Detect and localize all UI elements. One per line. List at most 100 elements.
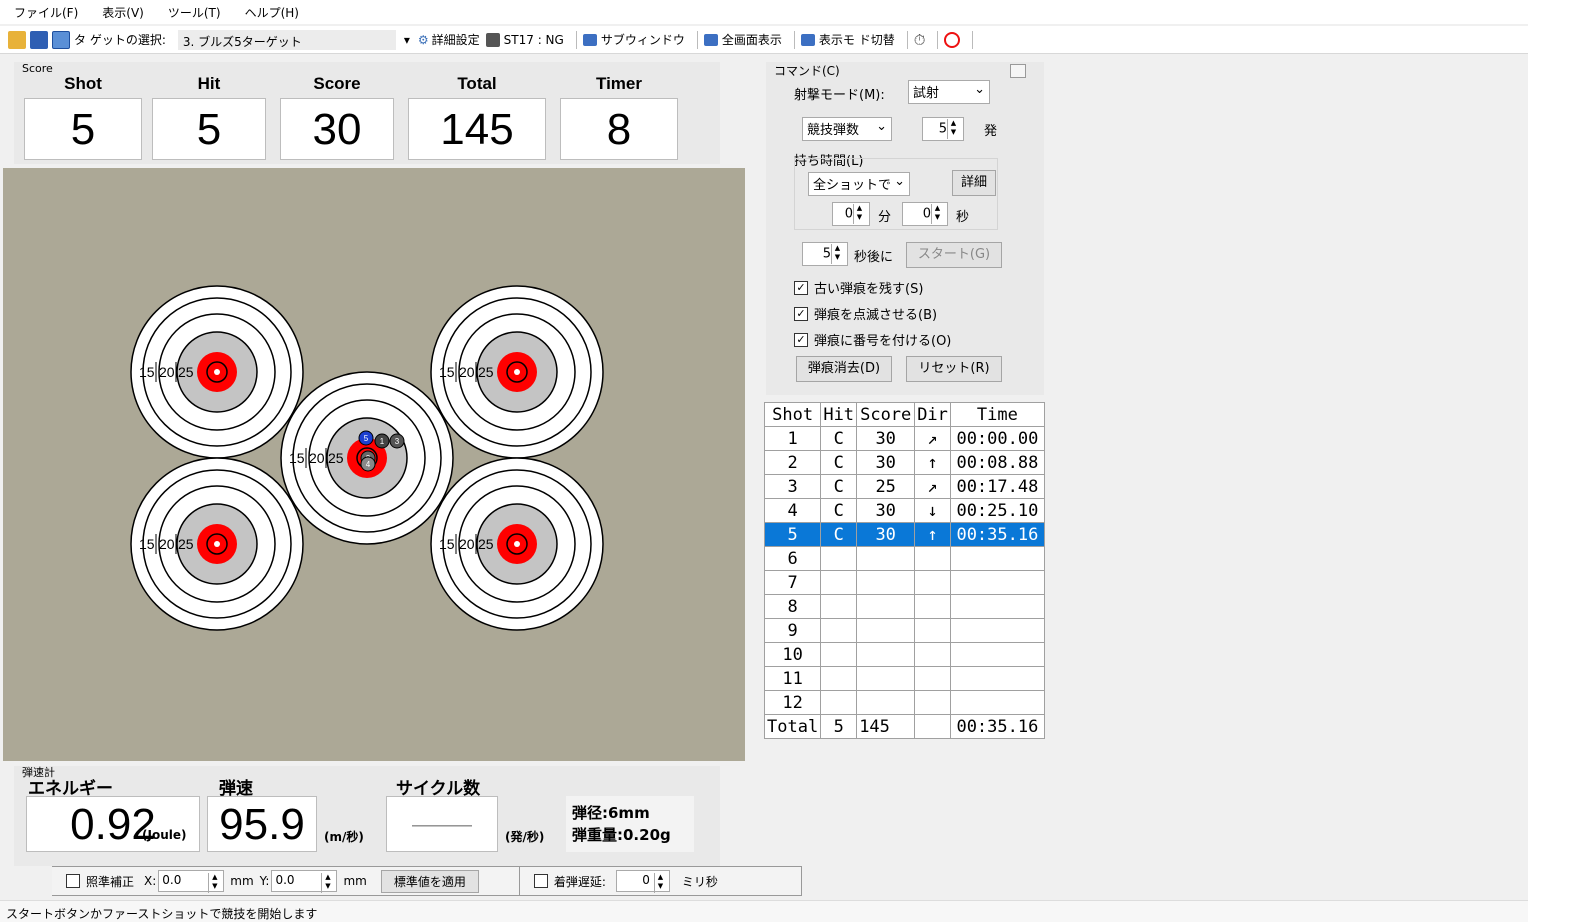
x-spinner-icon[interactable]: ▲ ▼ bbox=[208, 873, 220, 893]
start-delay-spinner-icon[interactable]: ▲ ▼ bbox=[831, 244, 843, 264]
count-spinner-icon[interactable]: ▲ ▼ bbox=[947, 119, 959, 139]
table-row[interactable]: 8 bbox=[763, 594, 1045, 619]
start-button[interactable]: スタート(G) bbox=[906, 242, 1002, 268]
time-detail-button[interactable]: 詳細 bbox=[952, 170, 996, 196]
command-group-label: コマンド(C) bbox=[774, 64, 840, 78]
hit-label: Hit bbox=[197, 74, 221, 93]
aim-correction-bar: 照準補正 X: 0.0 ▲ ▼ mm Y: 0.0 ▲ ▼ mm 標準値を適用 着弾遅延… bbox=[52, 866, 802, 896]
energy-unit: (Joule) bbox=[142, 828, 187, 842]
row-shot: 5 bbox=[763, 522, 822, 547]
blink-marks-option[interactable]: ✓ 弾痕を点滅させる(B) bbox=[794, 304, 937, 323]
table-row[interactable]: 12 bbox=[763, 690, 1045, 715]
targets-svg[interactable]: 15202515202515202515202515202551324 bbox=[3, 168, 745, 761]
minutes-unit: 分 bbox=[878, 210, 892, 225]
print-icon[interactable] bbox=[52, 30, 70, 49]
seconds-value: 0 bbox=[922, 206, 931, 222]
keep-marks-option[interactable]: ✓ 古い弾痕を残す(S) bbox=[794, 278, 923, 297]
row-hit bbox=[820, 570, 858, 595]
checkbox-checked-icon[interactable]: ✓ bbox=[794, 306, 808, 321]
ring-label: 15 bbox=[139, 364, 155, 380]
checkbox-checked-icon[interactable]: ✓ bbox=[794, 332, 808, 347]
open-folder-icon[interactable] bbox=[8, 30, 26, 49]
collapse-toggle[interactable] bbox=[1010, 64, 1026, 78]
fullscreen-icon bbox=[703, 33, 718, 46]
x-input[interactable]: 0.0 ▲ ▼ bbox=[158, 870, 225, 893]
table-row[interactable]: 9 bbox=[763, 618, 1045, 643]
ring-label: 15 bbox=[439, 364, 455, 380]
y-spinner-icon[interactable]: ▲ ▼ bbox=[321, 873, 333, 893]
detail-settings-button[interactable]: ⚙ 詳細設定 bbox=[418, 31, 480, 48]
row-time bbox=[949, 546, 1045, 571]
aim-correction-checkbox[interactable] bbox=[66, 874, 80, 888]
keep-marks-label: 古い弾痕を残す(S) bbox=[814, 282, 924, 297]
row-score bbox=[856, 546, 916, 571]
row-score bbox=[856, 642, 916, 667]
table-row[interactable]: 5 C 30 ↑ 00:35.16 bbox=[763, 522, 1045, 547]
table-row[interactable]: 1 C 30 ↗ 00:00.00 bbox=[763, 426, 1045, 451]
menu-file[interactable]: ファイル(F) bbox=[14, 4, 78, 21]
impact-delay-unit: ミリ秒 bbox=[681, 874, 718, 889]
menu-view[interactable]: 表示(V) bbox=[102, 4, 144, 21]
table-row[interactable]: 10 bbox=[763, 642, 1045, 667]
target-select-label: タ ゲットの選択: bbox=[74, 33, 166, 47]
row-dir bbox=[914, 594, 951, 619]
start-delay-input[interactable]: 5 ▲ ▼ bbox=[802, 242, 848, 266]
target-select[interactable]: 3. ブルズ5ターゲット bbox=[177, 29, 396, 50]
total-value: 145 bbox=[408, 98, 546, 160]
time-mode-select[interactable]: 全ショットで ⌄ bbox=[808, 172, 910, 196]
menu-help[interactable]: ヘルプ(H) bbox=[245, 4, 299, 21]
dropdown-arrow-icon[interactable]: ▾ bbox=[404, 33, 410, 47]
row-score: 30 bbox=[856, 522, 916, 547]
row-dir: ↑ bbox=[914, 522, 951, 547]
impact-delay-checkbox[interactable] bbox=[533, 874, 548, 888]
subwindow-button[interactable]: サブウィンドウ bbox=[582, 31, 685, 48]
row-dir: ↓ bbox=[914, 498, 951, 523]
st17-label: ST17 : NG bbox=[503, 32, 564, 47]
display-mode-button[interactable]: 表示モ ド切替 bbox=[800, 31, 895, 48]
menu-tools[interactable]: ツール(T) bbox=[168, 4, 221, 21]
record-button[interactable] bbox=[944, 31, 961, 48]
target-area[interactable]: 15202515202515202515202515202551324 bbox=[3, 168, 745, 761]
save-icon[interactable] bbox=[30, 30, 48, 49]
row-shot: 2 bbox=[763, 450, 822, 475]
minutes-spinner-icon[interactable]: ▲ ▼ bbox=[853, 204, 865, 224]
count-mode-select[interactable]: 競技弾数 ⌄ bbox=[802, 117, 892, 141]
total-cell-label: Total bbox=[763, 714, 822, 739]
mode-select[interactable]: 試射 ⌄ bbox=[908, 80, 990, 104]
impact-delay-input[interactable]: 0 ▲ ▼ bbox=[615, 870, 670, 893]
ring-label: 25 bbox=[178, 536, 194, 552]
table-row[interactable]: 2 C 30 ↑ 00:08.88 bbox=[763, 450, 1045, 475]
delay-spinner-icon[interactable]: ▲ ▼ bbox=[653, 873, 666, 893]
minutes-input[interactable]: 0 ▲ ▼ bbox=[832, 202, 870, 226]
ring-label: 25 bbox=[328, 450, 344, 466]
table-row[interactable]: 7 bbox=[763, 570, 1045, 595]
toolbar-separator bbox=[906, 30, 908, 49]
app-window: ファイル(F) 表示(V) ツール(T) ヘルプ(H) タ ゲットの選択: 3.… bbox=[0, 0, 1528, 922]
speed-unit: (m/秒) bbox=[324, 830, 364, 844]
table-row[interactable]: 6 bbox=[763, 546, 1045, 571]
table-row[interactable]: 11 bbox=[763, 666, 1045, 691]
shot-box: Shot 5 bbox=[24, 70, 142, 160]
toolbar-separator bbox=[937, 30, 939, 49]
fullscreen-button[interactable]: 全画面表示 bbox=[703, 31, 782, 48]
clear-marks-button[interactable]: 弾痕消去(D) bbox=[796, 356, 892, 382]
table-row[interactable]: 4 C 30 ↓ 00:25.10 bbox=[763, 498, 1045, 523]
row-dir bbox=[914, 666, 951, 691]
row-shot: 6 bbox=[763, 546, 822, 571]
total-cell-score: 145 bbox=[856, 714, 916, 739]
count-input[interactable]: 5 ▲ ▼ bbox=[922, 117, 964, 141]
number-marks-option[interactable]: ✓ 弾痕に番号を付ける(O) bbox=[794, 330, 951, 349]
ring-label: 20 bbox=[159, 536, 175, 552]
reset-button[interactable]: リセット(R) bbox=[906, 356, 1002, 382]
seconds-spinner-icon[interactable]: ▲ ▼ bbox=[931, 204, 943, 224]
st17-button[interactable]: ST17 : NG bbox=[485, 32, 564, 47]
checkbox-checked-icon[interactable]: ✓ bbox=[794, 280, 808, 295]
seconds-input[interactable]: 0 ▲ ▼ bbox=[902, 202, 948, 226]
y-input[interactable]: 0.0 ▲ ▼ bbox=[271, 870, 338, 893]
timer-button[interactable]: ⏱ bbox=[914, 31, 926, 49]
col-hit: Hit bbox=[820, 402, 858, 427]
apply-default-button[interactable]: 標準値を適用 bbox=[380, 869, 479, 893]
table-row[interactable]: 3 C 25 ↗ 00:17.48 bbox=[763, 474, 1045, 499]
chevron-down-icon: ⌄ bbox=[894, 174, 905, 189]
row-dir bbox=[914, 570, 951, 595]
